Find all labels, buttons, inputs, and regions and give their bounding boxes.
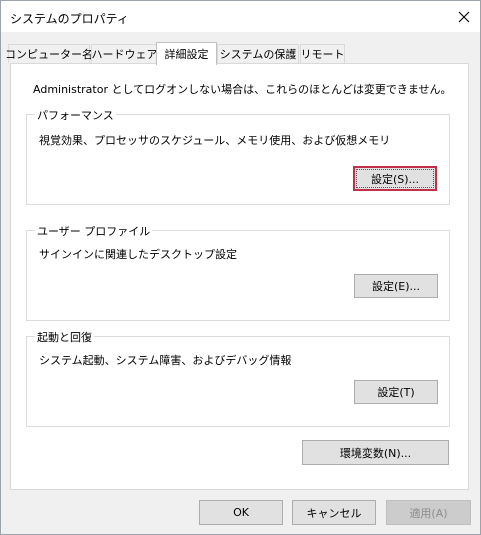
- cancel-button[interactable]: キャンセル: [292, 500, 376, 525]
- user-profile-settings-label: 設定(E)...: [371, 280, 421, 293]
- startup-recovery-description: システム起動、システム障害、およびデバッグ情報: [39, 354, 292, 367]
- advanced-tab-panel: Administrator としてログオンしない場合は、これらのほとんどは変更で…: [10, 63, 469, 490]
- cancel-label: キャンセル: [306, 506, 362, 520]
- user-profile-title: ユーザー プロファイル: [35, 223, 153, 239]
- startup-recovery-group: 起動と回復 システム起動、システム障害、およびデバッグ情報 設定(T): [26, 329, 450, 427]
- startup-recovery-settings-label: 設定(T): [377, 386, 415, 399]
- close-button[interactable]: [448, 1, 480, 32]
- admin-note: Administrator としてログオンしない場合は、これらのほとんどは変更で…: [33, 83, 452, 96]
- dialog-window: システムのプロパティ コンピューター名 ハードウェア 詳細設定 システムの保護 …: [0, 0, 481, 535]
- apply-label: 適用(A): [409, 506, 448, 520]
- performance-settings-button[interactable]: 設定(S)...: [353, 166, 437, 191]
- ok-button[interactable]: OK: [199, 500, 283, 525]
- user-profile-settings-button[interactable]: 設定(E)...: [354, 274, 438, 298]
- startup-recovery-settings-button[interactable]: 設定(T): [354, 380, 438, 404]
- environment-variables-button[interactable]: 環境変数(N)...: [302, 440, 449, 465]
- tab-advanced[interactable]: 詳細設定: [156, 42, 217, 65]
- environment-variables-label: 環境変数(N)...: [339, 446, 412, 460]
- apply-button[interactable]: 適用(A): [386, 500, 471, 525]
- startup-recovery-title: 起動と回復: [35, 329, 94, 345]
- window-title: システムのプロパティ: [10, 12, 129, 26]
- ok-label: OK: [233, 506, 249, 519]
- performance-group: パフォーマンス 視覚効果、プロセッサのスケジュール、メモリ使用、および仮想メモリ…: [26, 107, 450, 205]
- tab-strip: コンピューター名 ハードウェア 詳細設定 システムの保護 リモート: [5, 42, 468, 65]
- title-bar[interactable]: システムのプロパティ: [1, 1, 480, 32]
- user-profile-description: サインインに関連したデスクトップ設定: [39, 248, 237, 261]
- tab-computer-name[interactable]: コンピューター名: [5, 44, 93, 63]
- tab-remote[interactable]: リモート: [300, 44, 345, 63]
- performance-title: パフォーマンス: [35, 107, 116, 123]
- tab-hardware[interactable]: ハードウェア: [91, 44, 158, 63]
- close-icon: [458, 11, 470, 22]
- performance-description: 視覚効果、プロセッサのスケジュール、メモリ使用、および仮想メモリ: [39, 134, 391, 147]
- tab-system-protection[interactable]: システムの保護: [217, 44, 299, 63]
- user-profile-group: ユーザー プロファイル サインインに関連したデスクトップ設定 設定(E)...: [26, 223, 450, 321]
- performance-settings-label: 設定(S)...: [370, 172, 420, 186]
